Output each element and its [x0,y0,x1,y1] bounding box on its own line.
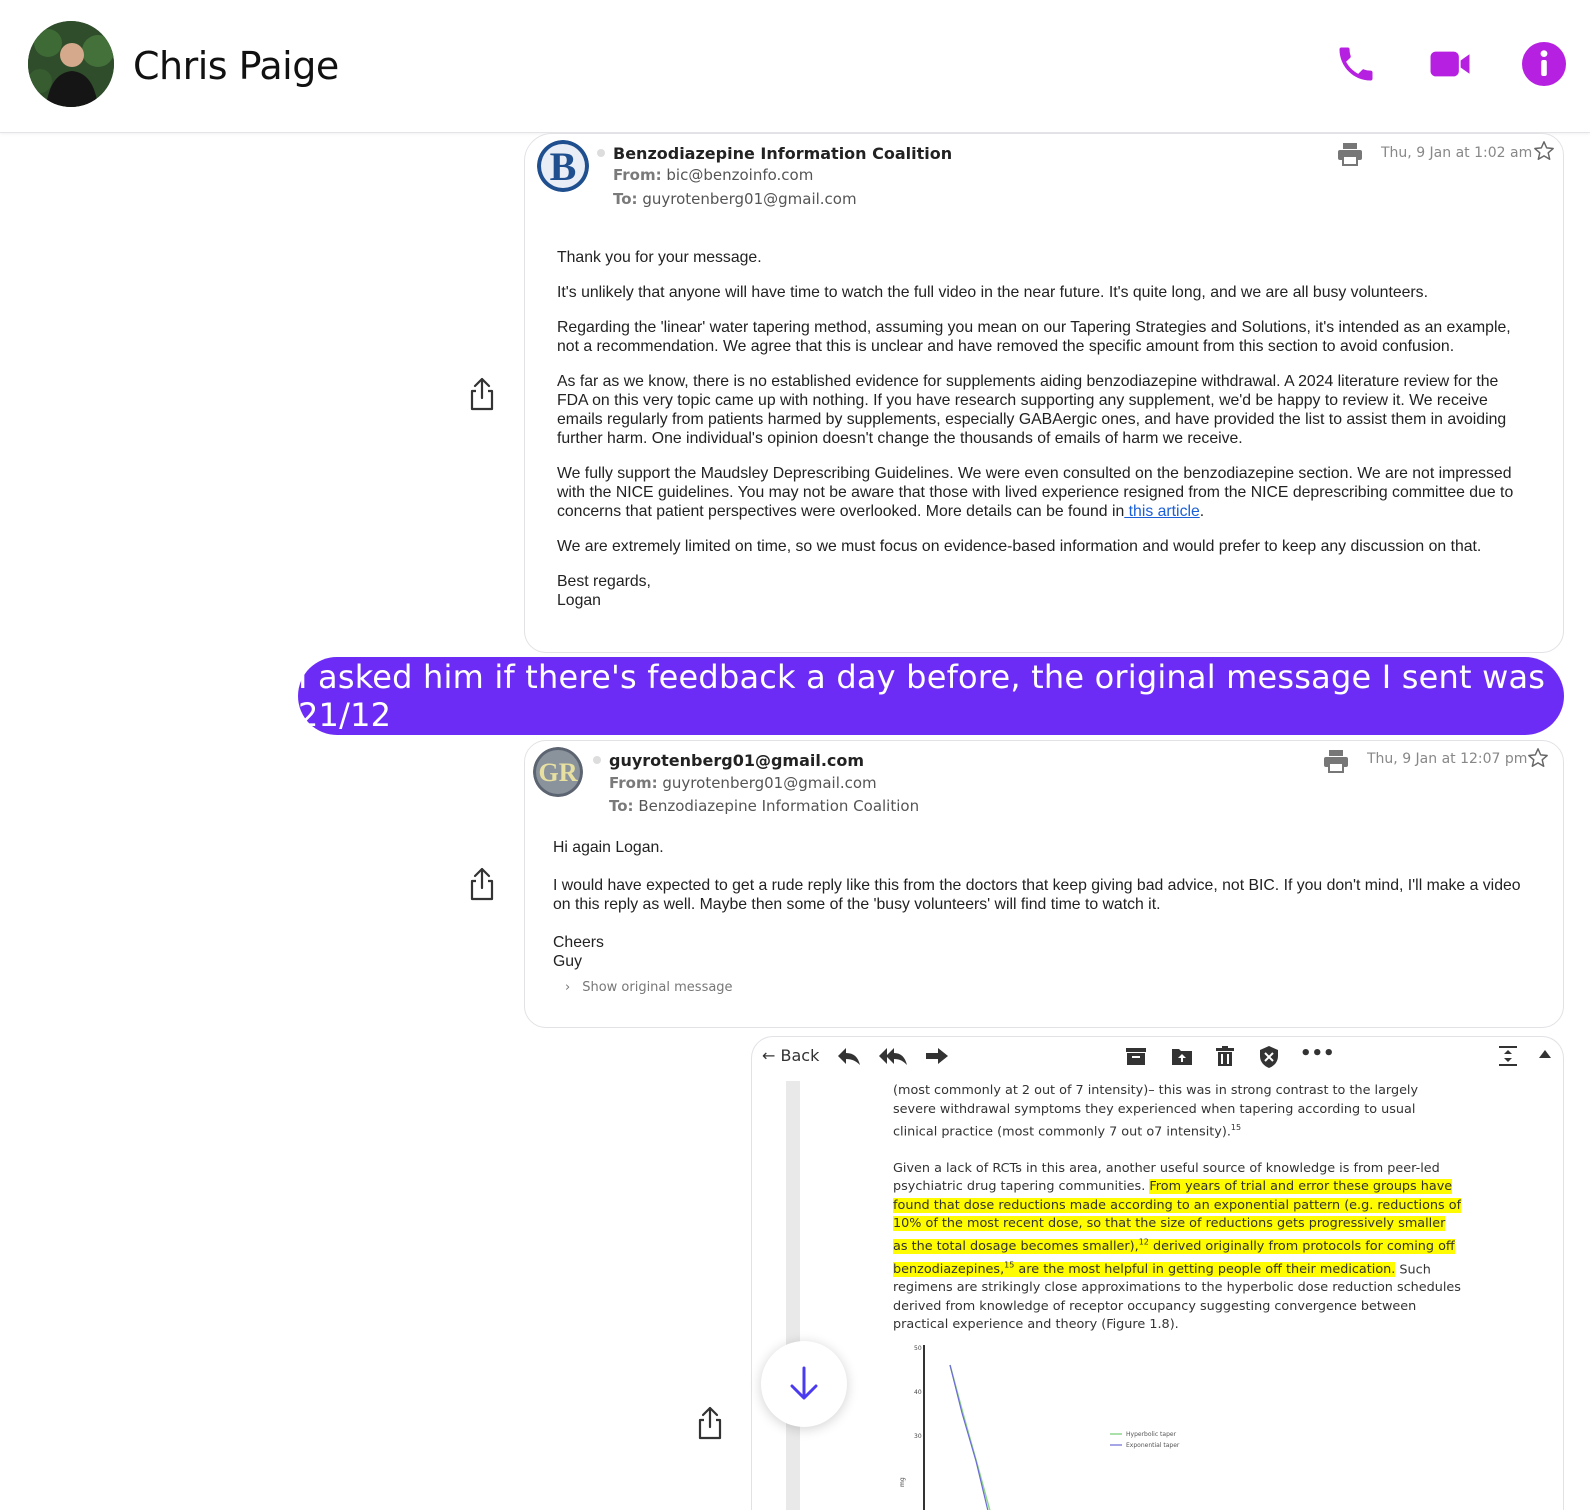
chevron-up-icon[interactable] [1538,1047,1552,1065]
scroll-gutter[interactable] [786,1081,800,1510]
arrow-down-icon [790,1366,818,1400]
share-icon[interactable] [467,376,497,412]
chat-header: Chris Paige [0,0,1590,133]
svg-text:B: B [550,144,577,189]
email-toolbar: ← Back ••• [752,1037,1563,1081]
reply-icon[interactable] [836,1045,862,1072]
archive-icon[interactable] [1124,1045,1148,1072]
back-button[interactable]: ← Back [762,1046,819,1065]
expand-icon[interactable] [1498,1045,1518,1072]
legend-item: Exponential taper [1126,1442,1180,1449]
video-icon[interactable] [1426,40,1474,88]
legend-item: Hyperbolic taper [1126,1431,1177,1438]
star-icon[interactable] [1527,747,1549,774]
phone-icon[interactable] [1332,40,1380,88]
mail-body: Thank you for your message. It's unlikel… [557,249,1514,609]
this-article-link[interactable]: this article [1124,503,1200,520]
trash-icon[interactable] [1214,1045,1236,1072]
email-screenshot-3[interactable]: ← Back ••• (most commonly at 2 out of 7 … [751,1036,1564,1510]
print-icon[interactable] [1323,749,1349,778]
sender-logo: B [537,140,589,192]
spam-shield-icon[interactable] [1258,1045,1280,1074]
more-icon[interactable]: ••• [1300,1043,1335,1064]
forward-icon[interactable] [924,1045,950,1072]
status-dot [593,756,601,764]
chart-tick-label: 40 [914,1389,922,1396]
arrow-left-icon: ← [762,1046,776,1065]
mail-to: To: Benzodiazepine Information Coalition [609,797,920,815]
email-screenshot-1[interactable]: B Benzodiazepine Information Coalition F… [524,133,1564,653]
mail-sender: Benzodiazepine Information Coalition [613,144,953,163]
show-original-toggle[interactable]: › Show original message [565,980,733,995]
move-to-folder-icon[interactable] [1170,1045,1194,1072]
mail-from: From: guyrotenberg01@gmail.com [609,774,877,792]
figure-chart: 50 40 30 mg Hyperbolic taper Exponential… [899,1345,1180,1510]
star-icon[interactable] [1533,140,1555,167]
svg-text:GR: GR [539,758,578,787]
document-text: (most commonly at 2 out of 7 intensity)–… [893,1083,1462,1333]
info-icon[interactable] [1520,40,1568,88]
status-dot [597,149,605,157]
chart-tick-label: 50 [914,1345,922,1352]
mail-to: To: guyrotenberg01@gmail.com [613,190,857,208]
mail-date: Thu, 9 Jan at 1:02 am [1381,145,1533,161]
reply-all-icon[interactable] [878,1045,908,1072]
share-icon[interactable] [695,1405,725,1441]
print-icon[interactable] [1337,142,1363,171]
exponential-series [949,1364,989,1510]
scroll-to-bottom-button[interactable] [761,1341,847,1427]
contact-avatar[interactable] [28,21,114,107]
mail-body: Hi again Logan. I would have expected to… [553,839,1521,970]
chart-y-label: mg [899,1477,906,1487]
share-icon[interactable] [467,866,497,902]
message-bubble[interactable]: I asked him if there's feedback a day be… [298,657,1564,735]
mail-date: Thu, 9 Jan at 12:07 pm [1367,751,1528,767]
chevron-right-icon: › [565,980,571,995]
chart-tick-label: 30 [914,1433,922,1440]
email-screenshot-2[interactable]: GR guyrotenberg01@gmail.com From: guyrot… [524,740,1564,1028]
mail-sender: guyrotenberg01@gmail.com [609,751,865,770]
contact-name[interactable]: Chris Paige [133,44,339,88]
mail-from: From: bic@benzoinfo.com [613,166,814,184]
sender-logo: GR [533,747,583,797]
